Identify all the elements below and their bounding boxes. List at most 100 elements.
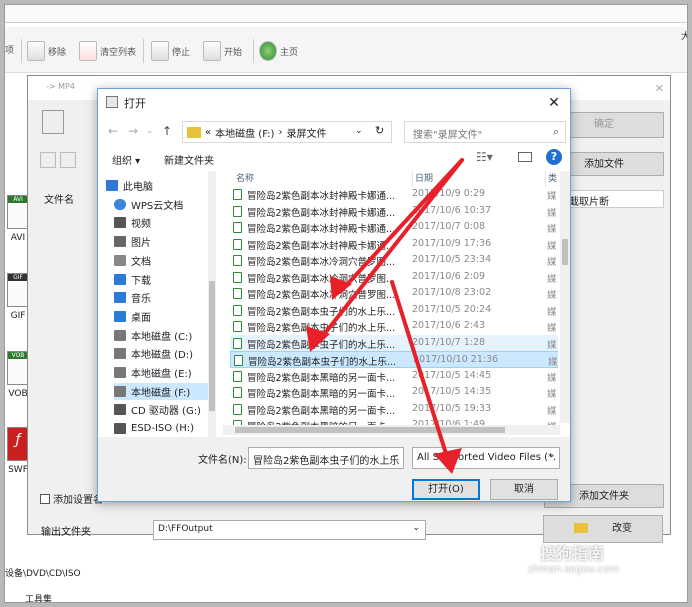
output-folder-value: D:\FFOutput (158, 524, 213, 534)
device-dvd-item[interactable]: 设备\DVD\CD\ISO (5, 566, 81, 579)
new-folder-button[interactable]: 新建文件夹 (164, 152, 214, 167)
list-tool-icon[interactable] (59, 152, 76, 168)
tree-scroll-thumb[interactable] (209, 281, 215, 411)
file-row[interactable]: 冒险岛2紫色副本黑暗的另一面卡... 2017/10/5 19:33 媒 (230, 401, 558, 418)
help-icon[interactable]: ? (546, 149, 562, 165)
breadcrumb-drive-f[interactable]: 本地磁盘 (F:) (215, 125, 274, 140)
cancel-button[interactable]: 取消 (490, 479, 558, 500)
output-folder-select[interactable]: D:\FFOutput ⌄ (153, 520, 426, 540)
tree-item[interactable]: WPS云文档 (114, 196, 216, 213)
forward-arrow-icon[interactable]: → (128, 124, 138, 138)
file-row[interactable]: 冒险岛2紫色副本冰冷洞穴普罗图... 2017/10/8 23:02 媒 (230, 285, 558, 302)
tree-item[interactable]: 本地磁盘 (C:) (114, 327, 216, 344)
file-type: 媒 (547, 240, 557, 252)
file-row[interactable]: 冒险岛2紫色副本冰封神殿卡娜通... 2017/10/9 0:29 媒 (230, 186, 558, 203)
file-scrollbar[interactable] (560, 171, 570, 423)
home-button[interactable]: 主页 (259, 39, 298, 63)
file-type: 媒 (547, 290, 557, 301)
chevron-down-icon[interactable]: ⌄ (548, 450, 556, 460)
tree-item-label: 本地磁盘 (D:) (131, 350, 194, 362)
toolset-item[interactable]: 工具集 (25, 592, 52, 602)
video-file-icon (233, 304, 242, 316)
tree-scrollbar[interactable] (208, 171, 216, 437)
view-options-icon[interactable]: ☷▾ (476, 150, 493, 164)
column-type[interactable]: 类 (545, 171, 557, 187)
file-type: 媒 (547, 306, 557, 318)
file-date: 2017/10/5 23:34 (412, 254, 492, 265)
command-bar: 组织 ▾ 新建文件夹 ☷▾ ? (98, 145, 570, 171)
file-type-filter[interactable]: All Supported Video Files (*. (412, 447, 560, 469)
file-date: 2017/10/5 20:24 (412, 303, 492, 315)
clear-list-icon (79, 41, 97, 61)
horizontal-scrollbar[interactable] (223, 425, 560, 435)
tree-item[interactable]: 本地磁盘 (D:) (114, 345, 216, 362)
file-row[interactable]: 冒险岛2紫色副本冰冷洞穴普罗图... 2017/10/5 23:34 媒 (230, 252, 558, 269)
horizontal-scroll-thumb[interactable] (235, 427, 505, 433)
breadcrumb-overflow[interactable]: « (205, 127, 211, 138)
file-row[interactable]: 冒险岛2紫色副本冰冷洞穴普罗图... 2017/10/6 2:09 媒 (230, 269, 558, 286)
tree-item[interactable]: 文档 (114, 252, 216, 269)
tree-item[interactable]: 此电脑 (106, 177, 208, 194)
open-dialog-titlebar: 打开 ✕ (98, 89, 570, 117)
file-type: 媒 (548, 357, 558, 368)
video-file-icon (233, 403, 242, 415)
file-row[interactable]: 冒险岛2紫色副本虫子们的水上乐... 2017/10/6 2:43 媒 (230, 318, 558, 335)
clear-list-button[interactable]: 清空列表 (79, 39, 136, 63)
tree-item[interactable]: 视频 (114, 214, 216, 231)
tree-item[interactable]: 本地磁盘 (F:) (114, 382, 216, 400)
back-arrow-icon[interactable]: ← (108, 124, 118, 138)
organize-button[interactable]: 组织 ▾ (112, 152, 140, 167)
chevron-down-icon[interactable]: ⌄ (391, 450, 399, 460)
tree-item[interactable]: 本地磁盘 (E:) (114, 364, 216, 381)
tree-item[interactable]: 下载 (114, 271, 216, 288)
drive-icon (114, 367, 126, 378)
file-row[interactable]: 冒险岛2紫色副本黑暗的另一面卡... 2017/10/5 14:45 媒 (230, 368, 558, 385)
tree-item[interactable]: 音乐 (114, 289, 216, 306)
file-type: 媒 (547, 389, 557, 400)
list-tool-icon[interactable] (40, 152, 56, 168)
chevron-down-icon[interactable]: ⌄ (355, 126, 363, 136)
stop-button[interactable]: 停止 (151, 39, 190, 63)
tree-item[interactable]: ESD-ISO (H:) (114, 420, 216, 437)
breadcrumb-recordings[interactable]: 录屏文件 (286, 125, 326, 140)
file-type: 媒 (547, 323, 557, 334)
change-button[interactable]: 改变 (543, 515, 663, 543)
file-row[interactable]: 冒险岛2紫色副本冰封神殿卡娜通... 2017/10/7 0:08 媒 (230, 219, 558, 236)
convert-close-icon[interactable]: ✕ (655, 82, 664, 95)
stop-label: 停止 (172, 47, 191, 58)
file-row[interactable]: 冒险岛2紫色副本虫子们的水上乐... 2017/10/7 1:28 媒 (230, 334, 558, 351)
app-header (5, 5, 687, 23)
filter-value: All Supported Video Files (*. (417, 452, 557, 463)
category-swf-label: SWF (8, 465, 28, 475)
open-button[interactable]: 打开(O) (412, 479, 480, 500)
tree-item[interactable]: 桌面 (114, 308, 216, 325)
start-button[interactable]: 开始 (203, 39, 242, 63)
chevron-down-icon[interactable]: ⌄ (146, 126, 154, 136)
file-row[interactable]: 冒险岛2紫色副本黑暗的另一面卡... 2017/10/5 14:35 媒 (230, 384, 558, 401)
video-file-icon (233, 337, 242, 349)
tree-item-label: WPS云文档 (131, 200, 184, 212)
file-row[interactable]: 冒险岛2紫色副本虫子们的水上乐... 2017/10/10 21:36 媒 (230, 351, 558, 368)
remove-button[interactable]: 移除 (27, 39, 66, 63)
column-date[interactable]: 日期 (412, 171, 433, 187)
breadcrumb[interactable]: « 本地磁盘 (F:) › 录屏文件 ⌄ ↻ (182, 121, 392, 143)
file-type: 媒 (547, 191, 557, 202)
file-date: 2017/10/9 0:29 (412, 188, 486, 199)
up-arrow-icon[interactable]: ↑ (162, 124, 172, 138)
file-scroll-thumb[interactable] (562, 239, 568, 265)
file-row[interactable]: 冒险岛2紫色副本冰封神殿卡娜通... 2017/10/9 17:36 媒 (230, 236, 558, 253)
file-row[interactable]: 冒险岛2紫色副本虫子们的水上乐... 2017/10/5 20:24 媒 (230, 302, 558, 319)
tree-item[interactable]: 图片 (114, 233, 216, 250)
preview-pane-icon[interactable] (518, 152, 532, 162)
close-icon[interactable]: ✕ (544, 93, 564, 113)
file-row[interactable]: 冒险岛2紫色副本冰封神殿卡娜通... 2017/10/6 10:37 媒 (230, 203, 558, 220)
category-gif-label: GIF (10, 311, 26, 321)
column-name[interactable]: 名称 (236, 171, 254, 187)
filename-input[interactable]: 冒险岛2紫色副本虫子们的水上乐 (248, 447, 404, 469)
checkbox-box[interactable] (40, 493, 50, 504)
add-setting-checkbox[interactable]: 添加设置名 (40, 491, 103, 506)
refresh-icon[interactable]: ↻ (375, 124, 384, 137)
tree-item-label: 本地磁盘 (E:) (131, 369, 192, 380)
tree-item[interactable]: CD 驱动器 (G:) (114, 401, 216, 418)
search-input[interactable]: 搜索"录屏文件" ⌕ (404, 121, 566, 143)
